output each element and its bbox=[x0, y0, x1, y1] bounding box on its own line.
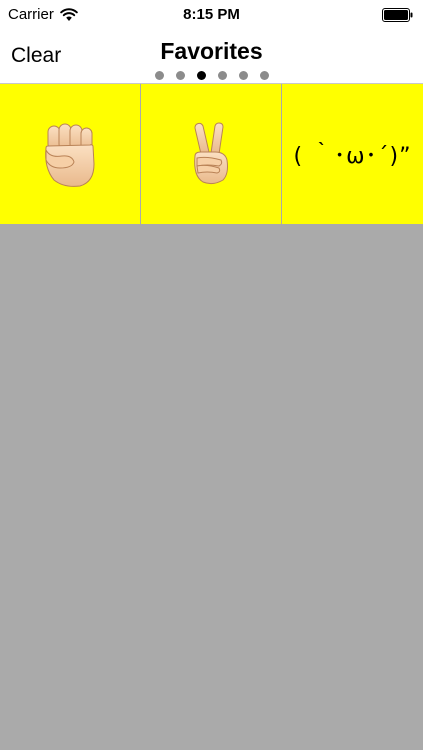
page-dot-active[interactable] bbox=[196, 71, 206, 80]
page-dot[interactable] bbox=[154, 71, 164, 80]
navigation-bar: Clear Favorites bbox=[0, 30, 423, 84]
battery-icon bbox=[382, 8, 413, 22]
page-dot[interactable] bbox=[259, 71, 269, 80]
favorite-cell[interactable]: ( ｀･ω･´)” bbox=[282, 84, 423, 224]
page-indicator[interactable] bbox=[0, 71, 423, 80]
page-title: Favorites bbox=[160, 38, 263, 64]
raised-fist-icon bbox=[45, 123, 95, 187]
victory-hand-icon bbox=[194, 122, 228, 185]
kaomoji-text: ( ｀･ω･´)” bbox=[293, 144, 412, 169]
page-dot[interactable] bbox=[175, 71, 185, 80]
page-dot[interactable] bbox=[217, 71, 227, 80]
clock: 8:15 PM bbox=[183, 6, 240, 23]
favorite-cell[interactable] bbox=[0, 84, 140, 224]
app-screen: Carrier 8:15 PM Clear Favorites (｀･ω･´)… bbox=[0, 0, 423, 750]
favorites-grid: ( ｀･ω･´)” bbox=[0, 84, 423, 225]
favorite-cell[interactable] bbox=[141, 84, 281, 224]
status-bar: Carrier 8:15 PM bbox=[0, 0, 423, 30]
page-dot[interactable] bbox=[238, 71, 248, 80]
